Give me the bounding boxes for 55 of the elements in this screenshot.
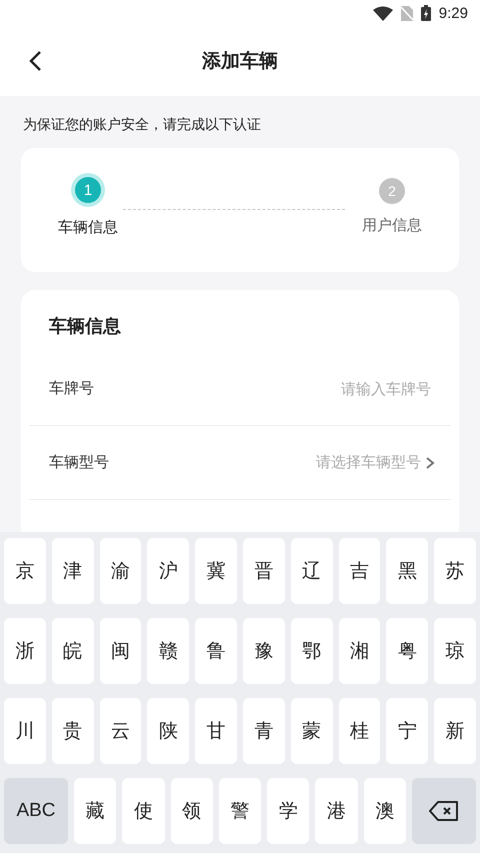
keyboard-key[interactable]: 京 <box>4 538 46 604</box>
step-label: 用户信息 <box>362 216 422 235</box>
backspace-icon <box>428 801 459 821</box>
keyboard-key[interactable]: 贵 <box>52 698 94 764</box>
notice-text: 为保证您的账户安全，请完成以下认证 <box>22 116 262 135</box>
keyboard-key[interactable]: 新 <box>434 698 476 764</box>
keyboard-key[interactable]: 琼 <box>434 618 476 684</box>
wifi-icon <box>372 6 393 20</box>
step-number: 2 <box>379 178 405 204</box>
keyboard-key[interactable]: 黑 <box>386 538 428 604</box>
keyboard-key[interactable]: 皖 <box>52 618 94 684</box>
keyboard-key[interactable]: 晋 <box>242 538 285 604</box>
keyboard-key[interactable]: 港 <box>315 778 358 844</box>
keyboard-key[interactable]: 甘 <box>195 698 237 764</box>
keyboard-key[interactable]: 津 <box>52 538 94 604</box>
keyboard-key[interactable]: 领 <box>170 778 213 844</box>
keyboard-key[interactable]: 苏 <box>434 538 476 604</box>
keyboard-key[interactable]: 警 <box>218 778 262 844</box>
backspace-key[interactable] <box>412 778 476 844</box>
keyboard-key[interactable]: 粤 <box>386 618 428 684</box>
no-sim-icon <box>400 6 413 20</box>
page-title: 添加车辆 <box>202 49 278 74</box>
chevron-icon <box>425 456 435 470</box>
keyboard-key[interactable]: 闽 <box>100 618 142 684</box>
keyboard-key[interactable]: 渝 <box>100 538 142 604</box>
keyboard-key[interactable]: 学 <box>267 778 310 844</box>
keyboard-key[interactable]: 吉 <box>338 538 380 604</box>
keyboard-key[interactable]: 澳 <box>364 778 406 844</box>
keyboard-key[interactable]: 川 <box>4 698 46 764</box>
keyboard-key[interactable]: 赣 <box>147 618 190 684</box>
keyboard-key[interactable]: 桂 <box>338 698 380 764</box>
keyboard-key[interactable]: 冀 <box>195 538 237 604</box>
keyboard-key[interactable]: 云 <box>100 698 142 764</box>
keyboard-key[interactable]: 青 <box>242 698 285 764</box>
keyboard-key[interactable]: 藏 <box>74 778 116 844</box>
battery-charging-icon <box>420 5 431 21</box>
keyboard-key[interactable]: 豫 <box>242 618 285 684</box>
field-label: 车辆型号 <box>49 453 109 472</box>
keyboard-key[interactable]: 浙 <box>4 618 46 684</box>
keyboard-key[interactable]: 宁 <box>386 698 428 764</box>
keyboard-key[interactable]: 鄂 <box>290 618 333 684</box>
keyboard-key[interactable]: 沪 <box>147 538 190 604</box>
status-time: 9:29 <box>438 4 468 22</box>
field-label: 车牌号 <box>49 379 94 398</box>
abc-key[interactable]: ABC <box>4 778 68 844</box>
keyboard-key[interactable]: 蒙 <box>290 698 333 764</box>
keyboard-key[interactable]: 湘 <box>338 618 380 684</box>
step-number: 1 <box>75 177 101 203</box>
plate-number-field[interactable]: 请输入车牌号 <box>281 380 431 398</box>
section-title: 车辆信息 <box>48 315 122 339</box>
keyboard-key[interactable]: 使 <box>122 778 165 844</box>
keyboard-key[interactable]: 鲁 <box>195 618 237 684</box>
step-label: 车辆信息 <box>58 218 118 237</box>
keyboard-key[interactable]: 陕 <box>147 698 190 764</box>
keyboard-key[interactable]: 辽 <box>290 538 333 604</box>
